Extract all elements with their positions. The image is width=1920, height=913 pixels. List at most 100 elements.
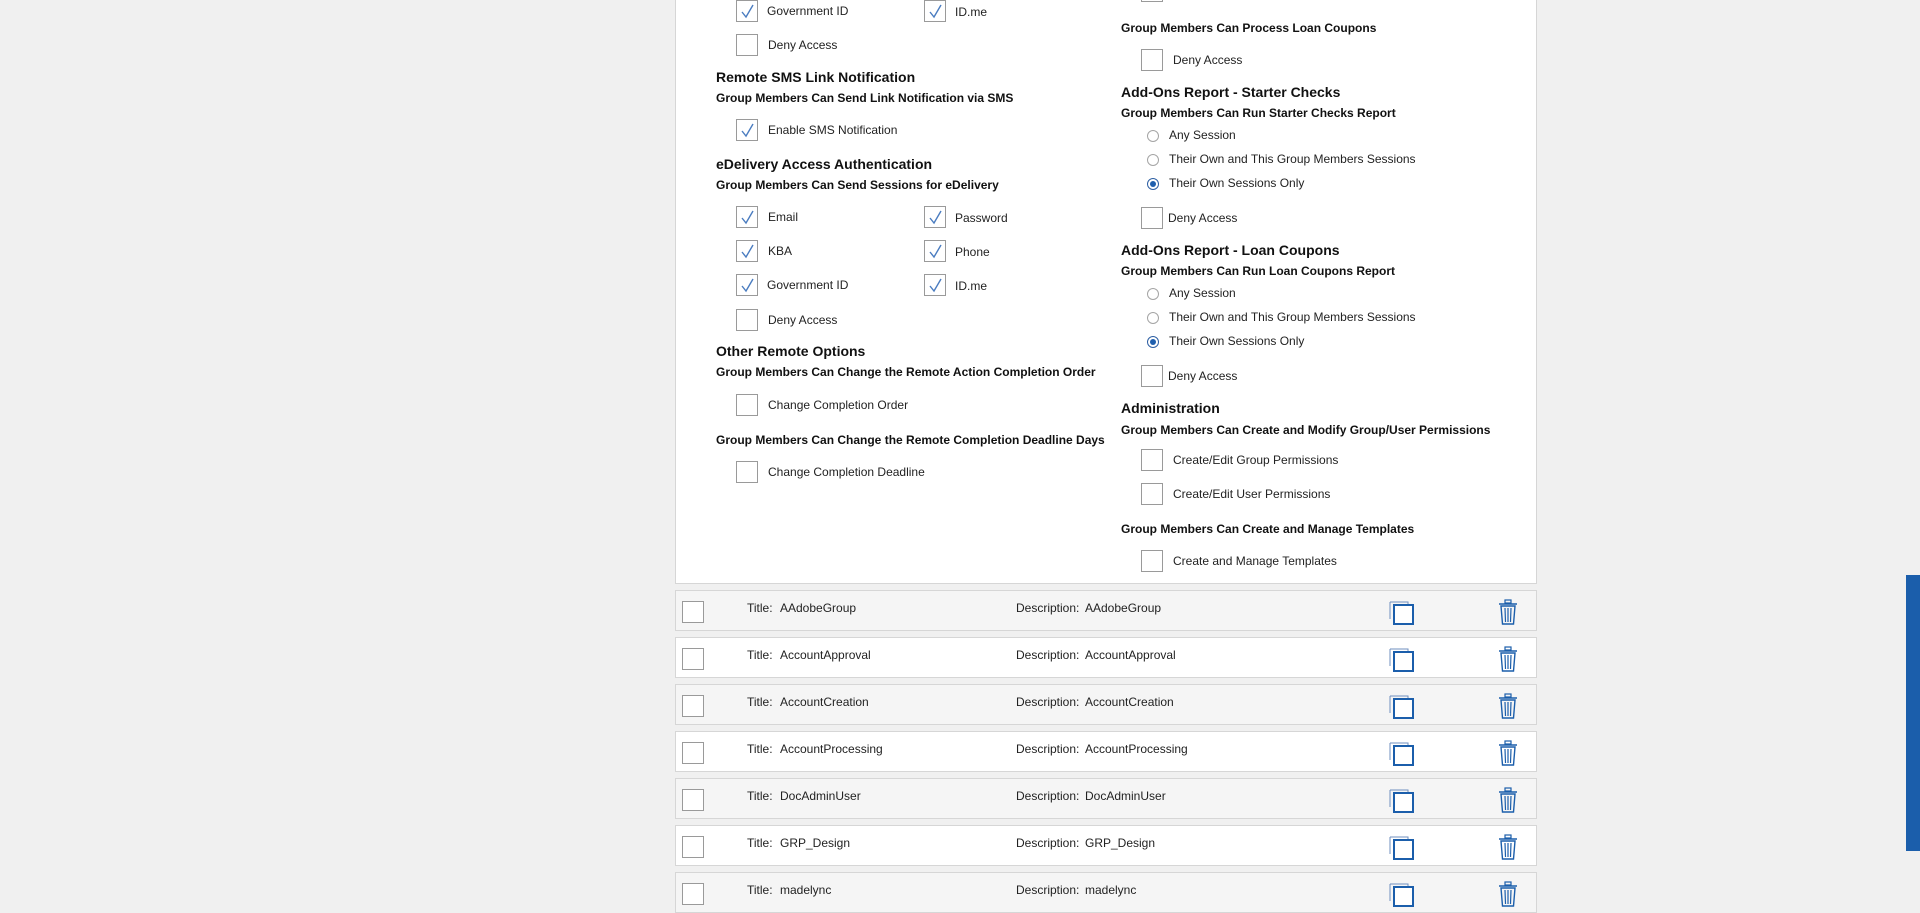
- row-title: madelync: [780, 883, 832, 897]
- trash-icon[interactable]: [1498, 834, 1518, 860]
- row-title-prefix: Title:: [747, 601, 773, 615]
- copy-icon[interactable]: [1388, 834, 1414, 860]
- manage-templates-checkbox[interactable]: [1141, 550, 1163, 572]
- completion-order-subtitle: Group Members Can Change the Remote Acti…: [716, 365, 1096, 379]
- trash-icon[interactable]: [1498, 646, 1518, 672]
- edelivery-password-checkbox[interactable]: [924, 206, 946, 228]
- page-scrollbar[interactable]: [1906, 0, 1920, 901]
- edelivery-government-id-label: Government ID: [767, 278, 849, 292]
- table-row[interactable]: Title: DocAdminUser Description: DocAdminUs…: [675, 778, 1537, 819]
- templates-subtitle: Group Members Can Create and Manage Temp…: [1121, 522, 1415, 536]
- permissions-subtitle: Group Members Can Create and Modify Grou…: [1121, 423, 1491, 437]
- other-remote-title: Other Remote Options: [716, 343, 866, 359]
- change-completion-order-checkbox[interactable]: [736, 394, 758, 416]
- loan-own-group-radio[interactable]: [1147, 312, 1159, 324]
- row-title-prefix: Title:: [747, 648, 773, 662]
- row-select-checkbox[interactable]: [682, 836, 704, 858]
- starter-any-session-label: Any Session: [1169, 128, 1236, 142]
- loan-any-session-radio[interactable]: [1147, 288, 1159, 300]
- starter-own-group-radio[interactable]: [1147, 154, 1159, 166]
- edelivery-kba-label: KBA: [768, 244, 793, 258]
- row-description: DocAdminUser: [1085, 789, 1166, 803]
- edelivery-idme-checkbox[interactable]: [924, 274, 946, 296]
- loan-coupons-deny-label: Deny Access: [1173, 53, 1243, 67]
- group-permissions-label: Create/Edit Group Permissions: [1173, 453, 1339, 467]
- loan-own-group-label: Their Own and This Group Members Session…: [1169, 310, 1416, 324]
- row-select-checkbox[interactable]: [682, 601, 704, 623]
- starter-own-only-label: Their Own Sessions Only: [1169, 176, 1305, 190]
- edelivery-email-checkbox[interactable]: [736, 206, 758, 228]
- group-permissions-panel: Government ID ID.me Deny Access Remote S…: [675, 0, 1537, 584]
- scrollbar-thumb[interactable]: [1906, 575, 1920, 851]
- row-description: madelync: [1085, 883, 1137, 897]
- administration-title: Administration: [1121, 400, 1220, 416]
- group-permissions-checkbox[interactable]: [1141, 449, 1163, 471]
- table-row[interactable]: Title: AAdobeGroup Description: AAdobeGroup: [675, 590, 1537, 631]
- sms-section-title: Remote SMS Link Notification: [716, 69, 916, 85]
- row-select-checkbox[interactable]: [682, 789, 704, 811]
- trash-icon[interactable]: [1498, 693, 1518, 719]
- row-title: AccountProcessing: [780, 742, 883, 756]
- starter-any-session-radio[interactable]: [1147, 130, 1159, 142]
- idme-checkbox[interactable]: [924, 0, 946, 22]
- row-title: DocAdminUser: [780, 789, 861, 803]
- enable-sms-checkbox[interactable]: [736, 119, 758, 141]
- deny-access-label: Deny Access: [768, 38, 838, 52]
- partial-checkbox[interactable]: [1141, 0, 1163, 2]
- row-description: AccountProcessing: [1085, 742, 1188, 756]
- manage-templates-label: Create and Manage Templates: [1173, 554, 1337, 568]
- trash-icon[interactable]: [1498, 599, 1518, 625]
- row-select-checkbox[interactable]: [682, 883, 704, 905]
- trash-icon[interactable]: [1498, 787, 1518, 813]
- row-select-checkbox[interactable]: [682, 648, 704, 670]
- permissions-page: Government ID ID.me Deny Access Remote S…: [0, 0, 1920, 913]
- row-description: AccountCreation: [1085, 695, 1174, 709]
- row-title-prefix: Title:: [747, 789, 773, 803]
- edelivery-government-id-checkbox[interactable]: [736, 274, 758, 296]
- table-row[interactable]: Title: AccountCreation Description: Account…: [675, 684, 1537, 725]
- change-completion-order-label: Change Completion Order: [768, 398, 909, 412]
- table-row[interactable]: Title: AccountProcessing Description: Accou…: [675, 731, 1537, 772]
- government-id-checkbox[interactable]: [736, 0, 758, 22]
- edelivery-deny-access-checkbox[interactable]: [736, 309, 758, 331]
- starter-own-only-radio[interactable]: [1147, 178, 1159, 190]
- edelivery-section-subtitle: Group Members Can Send Sessions for eDel…: [716, 178, 999, 192]
- loan-coupons-report-title: Add-Ons Report - Loan Coupons: [1121, 242, 1340, 258]
- copy-icon[interactable]: [1388, 787, 1414, 813]
- copy-icon[interactable]: [1388, 881, 1414, 907]
- table-row[interactable]: Title: GRP_Design Description: GRP_Design: [675, 825, 1537, 866]
- change-completion-deadline-label: Change Completion Deadline: [768, 465, 925, 479]
- loan-own-only-radio[interactable]: [1147, 336, 1159, 348]
- loan-own-only-label: Their Own Sessions Only: [1169, 334, 1305, 348]
- copy-icon[interactable]: [1388, 740, 1414, 766]
- trash-icon[interactable]: [1498, 881, 1518, 907]
- table-row[interactable]: Title: madelync Description: madelync: [675, 872, 1537, 913]
- edelivery-kba-checkbox[interactable]: [736, 240, 758, 262]
- loan-coupons-report-subtitle: Group Members Can Run Loan Coupons Repor…: [1121, 264, 1396, 278]
- starter-deny-checkbox[interactable]: [1141, 207, 1163, 229]
- deny-access-checkbox[interactable]: [736, 34, 758, 56]
- starter-deny-label: Deny Access: [1168, 211, 1238, 225]
- copy-icon[interactable]: [1388, 693, 1414, 719]
- loan-report-deny-checkbox[interactable]: [1141, 365, 1163, 387]
- row-description-prefix: Description:: [1016, 648, 1080, 662]
- row-title-prefix: Title:: [747, 695, 773, 709]
- user-permissions-checkbox[interactable]: [1141, 483, 1163, 505]
- row-title: AccountApproval: [780, 648, 871, 662]
- row-title-prefix: Title:: [747, 836, 773, 850]
- copy-icon[interactable]: [1388, 646, 1414, 672]
- row-description-prefix: Description:: [1016, 695, 1080, 709]
- trash-icon[interactable]: [1498, 740, 1518, 766]
- row-select-checkbox[interactable]: [682, 695, 704, 717]
- table-row[interactable]: Title: AccountApproval Description: Account…: [675, 637, 1537, 678]
- change-completion-deadline-checkbox[interactable]: [736, 461, 758, 483]
- copy-icon[interactable]: [1388, 599, 1414, 625]
- row-select-checkbox[interactable]: [682, 742, 704, 764]
- row-description-prefix: Description:: [1016, 883, 1080, 897]
- loan-coupons-deny-checkbox[interactable]: [1141, 49, 1163, 71]
- loan-any-session-label: Any Session: [1169, 286, 1236, 300]
- edelivery-phone-checkbox[interactable]: [924, 240, 946, 262]
- row-title-prefix: Title:: [747, 742, 773, 756]
- edelivery-deny-access-label: Deny Access: [768, 313, 838, 327]
- row-description-prefix: Description:: [1016, 789, 1080, 803]
